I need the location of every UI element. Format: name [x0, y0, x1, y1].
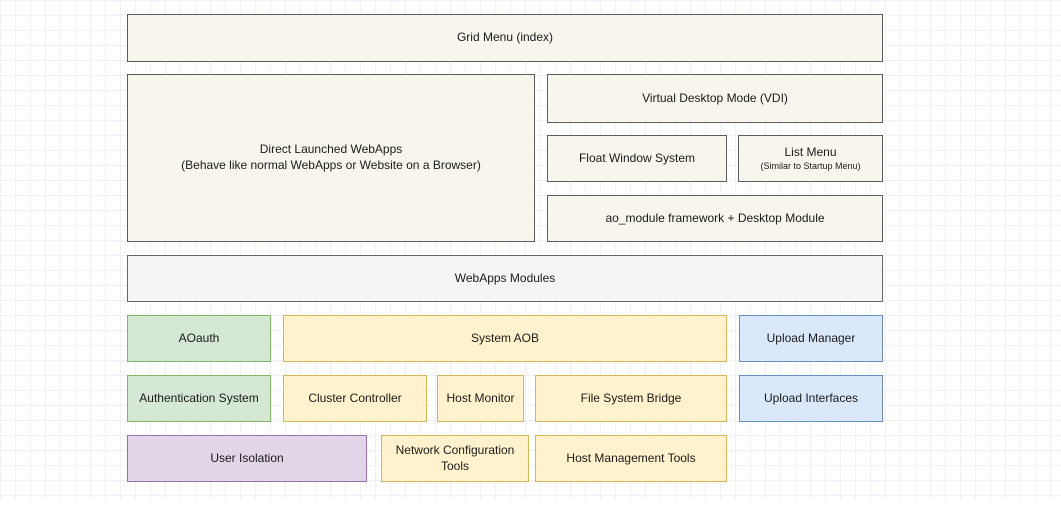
node-aoauth: AOauth — [127, 315, 271, 362]
node-network-configuration-tools-label: Network Configuration Tools — [388, 443, 522, 474]
node-host-management-tools-label: Host Management Tools — [566, 451, 695, 467]
node-ao-module-framework: ao_module framework + Desktop Module — [547, 195, 883, 242]
node-user-isolation: User Isolation — [127, 435, 367, 482]
node-webapps-modules-label: WebApps Modules — [455, 271, 556, 287]
node-list-menu: List Menu (Similar to Startup Menu) — [738, 135, 883, 182]
node-grid-menu-label: Grid Menu (index) — [457, 30, 553, 46]
node-authentication-system-label: Authentication System — [139, 391, 258, 407]
node-upload-interfaces: Upload Interfaces — [739, 375, 883, 422]
node-file-system-bridge: File System Bridge — [535, 375, 727, 422]
node-host-monitor: Host Monitor — [437, 375, 524, 422]
node-system-aob: System AOB — [283, 315, 727, 362]
node-system-aob-label: System AOB — [471, 331, 539, 347]
node-cluster-controller: Cluster Controller — [283, 375, 427, 422]
node-authentication-system: Authentication System — [127, 375, 271, 422]
node-host-management-tools: Host Management Tools — [535, 435, 727, 482]
node-upload-manager: Upload Manager — [739, 315, 883, 362]
node-direct-launched-webapps-line1: Direct Launched WebApps — [260, 142, 403, 158]
node-direct-launched-webapps: Direct Launched WebApps (Behave like nor… — [127, 74, 535, 242]
node-host-monitor-label: Host Monitor — [446, 391, 514, 407]
node-direct-launched-webapps-line2: (Behave like normal WebApps or Website o… — [181, 158, 481, 174]
node-webapps-modules: WebApps Modules — [127, 255, 883, 302]
node-user-isolation-label: User Isolation — [210, 451, 283, 467]
node-list-menu-title: List Menu — [784, 145, 836, 161]
node-cluster-controller-label: Cluster Controller — [308, 391, 401, 407]
node-network-configuration-tools: Network Configuration Tools — [381, 435, 529, 482]
node-virtual-desktop-mode: Virtual Desktop Mode (VDI) — [547, 74, 883, 123]
node-upload-interfaces-label: Upload Interfaces — [764, 391, 858, 407]
node-float-window-system-label: Float Window System — [579, 151, 695, 167]
node-file-system-bridge-label: File System Bridge — [581, 391, 682, 407]
node-grid-menu: Grid Menu (index) — [127, 14, 883, 62]
node-list-menu-subtitle: (Similar to Startup Menu) — [760, 161, 860, 172]
diagram-canvas: Grid Menu (index) Direct Launched WebApp… — [0, 0, 1061, 525]
node-float-window-system: Float Window System — [547, 135, 727, 182]
node-aoauth-label: AOauth — [179, 331, 220, 347]
node-upload-manager-label: Upload Manager — [767, 331, 856, 347]
node-virtual-desktop-mode-label: Virtual Desktop Mode (VDI) — [642, 91, 788, 107]
node-ao-module-framework-label: ao_module framework + Desktop Module — [605, 211, 824, 227]
